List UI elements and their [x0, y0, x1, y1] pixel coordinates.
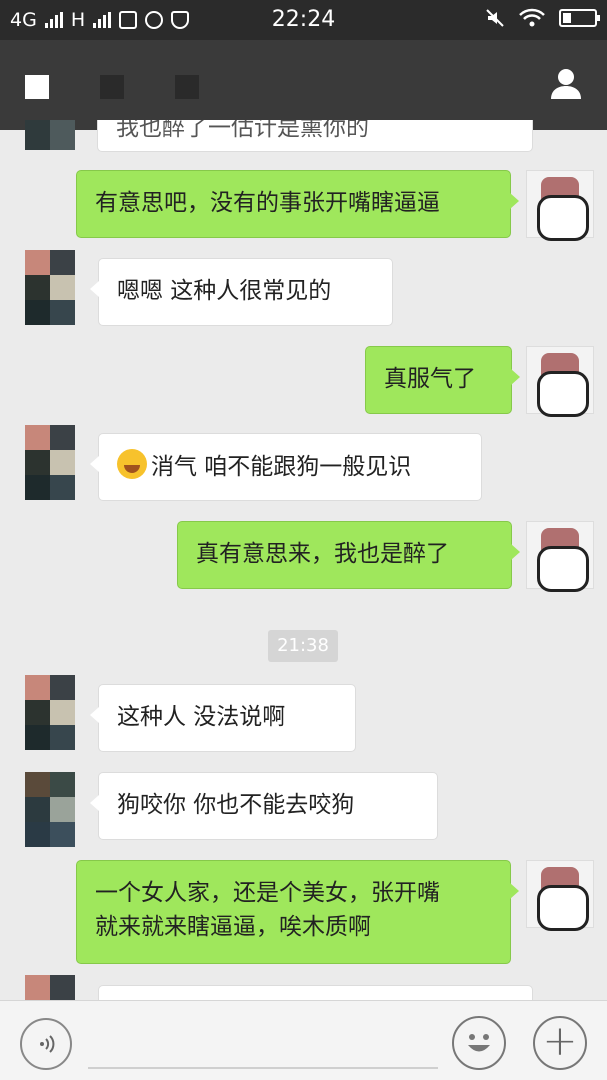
message-bubble-outgoing[interactable]: 真服气了 — [365, 346, 520, 414]
contact-avatar[interactable] — [25, 425, 75, 500]
status-bar: 4G H 22:24 — [0, 0, 607, 40]
contact-avatar[interactable] — [25, 772, 75, 847]
message-bubble-incoming[interactable]: 嗯嗯 这种人很常见的 — [90, 258, 393, 326]
wifi-icon — [519, 8, 545, 27]
emoji-icon[interactable] — [452, 1016, 506, 1070]
message-text-line-2: 就来就来瞎逼逼，唉木质啊 — [95, 914, 371, 940]
voice-wave-icon — [40, 1035, 55, 1053]
my-avatar[interactable] — [526, 860, 594, 931]
nav-bar — [0, 40, 607, 130]
message-bubble-incoming[interactable]: 这种人 没法说啊 — [90, 684, 356, 752]
message-text: 这种人 没法说啊 — [117, 704, 286, 730]
contact-avatar[interactable] — [25, 250, 75, 325]
time-divider: 21:38 — [268, 630, 338, 662]
plus-icon[interactable]: + — [533, 1016, 587, 1070]
person-icon[interactable] — [548, 65, 584, 101]
contact-avatar[interactable] — [25, 675, 75, 750]
message-text: 嗯嗯 这种人很常见的 — [117, 278, 332, 304]
my-avatar[interactable] — [526, 170, 594, 241]
message-bubble-incoming[interactable]: 我也醉了一估计是熏你的 — [97, 120, 533, 152]
status-right — [485, 8, 600, 28]
my-avatar[interactable] — [526, 346, 594, 417]
message-text: 狗咬你 你也不能去咬狗 — [117, 792, 355, 818]
chat-area[interactable]: 我也醉了一估计是熏你的 有意思吧，没有的事张开嘴瞎逼逼 嗯嗯 这种人很常见的 真… — [0, 120, 607, 1000]
contact-avatar[interactable] — [25, 120, 75, 175]
message-bubble-incoming[interactable] — [98, 985, 533, 1000]
message-bubble-outgoing[interactable]: 真有意思来，我也是醉了 — [177, 521, 520, 589]
smiley-face-icon — [468, 1034, 490, 1052]
message-bubble-outgoing[interactable]: 有意思吧，没有的事张开嘴瞎逼逼 — [76, 170, 519, 238]
message-text: 我也醉了一估计是熏你的 — [116, 120, 369, 141]
message-bubble-incoming[interactable]: 狗咬你 你也不能去咬狗 — [90, 772, 438, 840]
laughing-tears-emoji-icon — [117, 449, 147, 479]
message-text: 真有意思来，我也是醉了 — [196, 541, 449, 567]
message-text: 真服气了 — [384, 366, 476, 392]
my-avatar[interactable] — [526, 521, 594, 592]
obscured-title-part — [100, 75, 124, 99]
voice-icon[interactable] — [20, 1018, 72, 1070]
message-text: 消气 咱不能跟狗一般见识 — [151, 454, 412, 480]
input-bar: + — [0, 1000, 607, 1080]
contact-avatar[interactable] — [25, 975, 75, 1000]
obscured-title-part — [175, 75, 199, 99]
message-text: 有意思吧，没有的事张开嘴瞎逼逼 — [95, 190, 440, 216]
message-text-line-1: 一个女人家，还是个美女，张开嘴 — [95, 880, 440, 906]
message-bubble-incoming[interactable]: 消气 咱不能跟狗一般见识 — [90, 433, 482, 501]
battery-icon — [559, 9, 600, 27]
message-bubble-outgoing[interactable]: 一个女人家，还是个美女，张开嘴 就来就来瞎逼逼，唉木质啊 — [76, 860, 519, 964]
back-button[interactable] — [25, 75, 49, 99]
message-input[interactable] — [88, 1067, 438, 1069]
mute-icon — [486, 9, 504, 27]
